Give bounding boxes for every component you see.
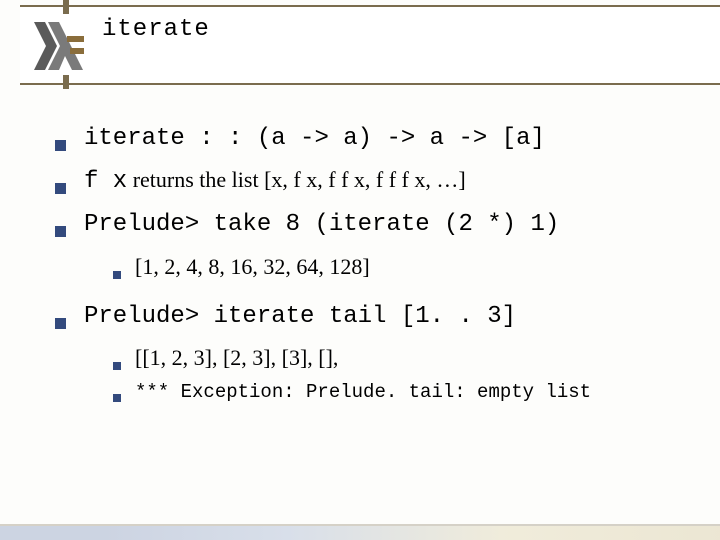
result-list-2: [[1, 2, 3], [2, 3], [3], [], [135,341,338,375]
bullet-item: Prelude> iterate tail [1. . 3] [55,298,690,335]
square-bullet-icon [55,140,66,151]
sub-list: [[1, 2, 3], [2, 3], [3], [], *** Excepti… [113,341,690,408]
exception-text: *** Exception: Prelude. tail: empty list [135,378,591,407]
square-bullet-icon [113,271,121,279]
code-inline: f x [84,168,127,195]
square-bullet-icon [55,226,66,237]
square-bullet-icon [55,318,66,329]
page-title: iterate [102,16,210,43]
header-rule-top [20,5,720,7]
header-tick-bottom [63,75,69,89]
slide-content: iterate : : (a -> a) -> a -> [a] f x ret… [55,120,690,421]
bullet-item: Prelude> take 8 (iterate (2 *) 1) [55,206,690,243]
sub-bullet-item: [1, 2, 4, 8, 16, 32, 64, 128] [113,250,690,284]
square-bullet-icon [55,183,66,194]
haskell-logo-icon [34,22,84,70]
sub-bullet-item: [[1, 2, 3], [2, 3], [3], [], [113,341,690,375]
type-signature: iterate : : (a -> a) -> a -> [a] [84,120,545,157]
result-list-1: [1, 2, 4, 8, 16, 32, 64, 128] [135,250,370,284]
description-line: f x returns the list [x, f x, f f x, f f… [84,163,466,200]
sub-list: [1, 2, 4, 8, 16, 32, 64, 128] [113,250,690,284]
header-tick-top [63,0,69,14]
prelude-example-2: Prelude> iterate tail [1. . 3] [84,298,516,335]
sub-bullet-item: *** Exception: Prelude. tail: empty list [113,378,690,407]
footer-gradient [0,526,720,540]
description-text: returns the list [x, f x, f f x, f f f x… [127,167,465,192]
square-bullet-icon [113,394,121,402]
square-bullet-icon [113,362,121,370]
header-rule-bottom [20,83,720,85]
bullet-item: f x returns the list [x, f x, f f x, f f… [55,163,690,200]
prelude-example-1: Prelude> take 8 (iterate (2 *) 1) [84,206,559,243]
bullet-item: iterate : : (a -> a) -> a -> [a] [55,120,690,157]
